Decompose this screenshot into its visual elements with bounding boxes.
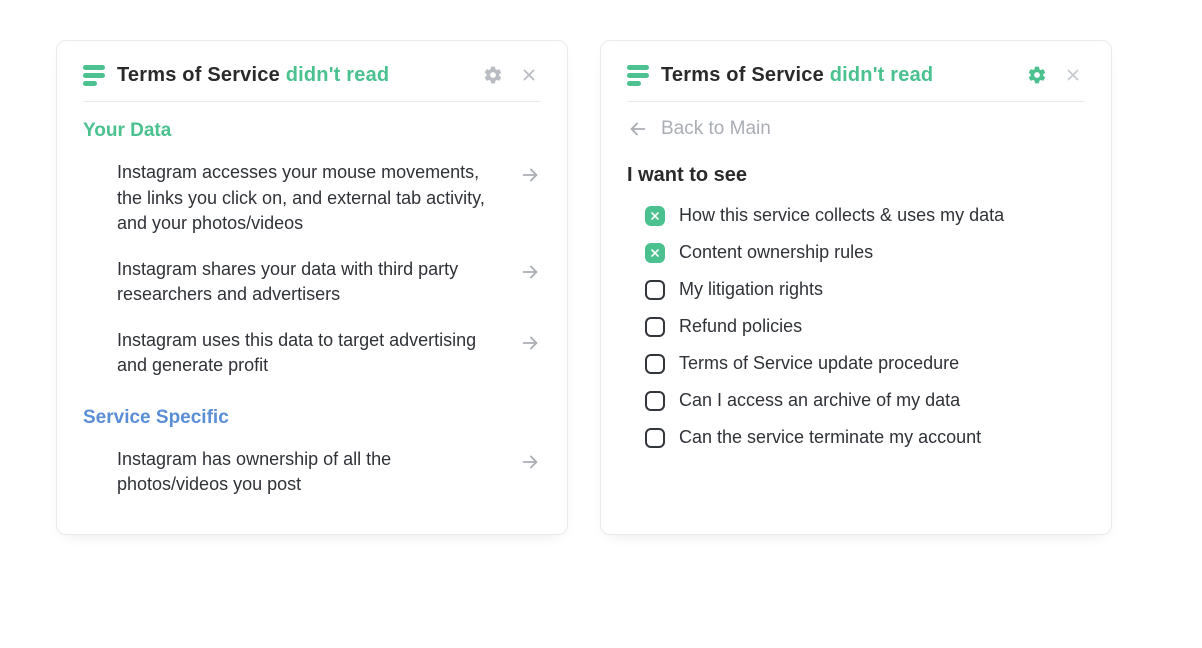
checkbox-empty-icon[interactable] (645, 317, 665, 337)
section-title: Your Data (83, 120, 541, 142)
tosdr-logo-icon (83, 65, 105, 86)
filter-option-label: Can the service terminate my account (679, 427, 981, 448)
filter-option-label: Can I access an archive of my data (679, 390, 960, 411)
summary-item[interactable]: Instagram has ownership of all the photo… (83, 437, 541, 508)
filter-option[interactable]: Refund policies (627, 308, 1085, 345)
filter-option-label: My litigation rights (679, 279, 823, 300)
close-icon (520, 66, 538, 84)
back-label: Back to Main (661, 118, 771, 140)
panel-header: Terms of Service didn't read (627, 63, 1085, 102)
chevron-right-icon (519, 261, 541, 288)
filter-option[interactable]: Content ownership rules (627, 234, 1085, 271)
summary-item-text: Instagram has ownership of all the photo… (117, 447, 505, 498)
close-icon (1064, 66, 1082, 84)
panel-title: Terms of Service didn't read (117, 64, 389, 87)
gear-icon (1027, 65, 1047, 85)
summary-item[interactable]: Instagram shares your data with third pa… (83, 247, 541, 318)
settings-heading: I want to see (627, 164, 1085, 187)
filter-option[interactable]: How this service collects & uses my data (627, 197, 1085, 234)
chevron-right-icon (519, 164, 541, 191)
checkbox-empty-icon[interactable] (645, 428, 665, 448)
chevron-right-icon (519, 451, 541, 478)
filter-option[interactable]: Terms of Service update procedure (627, 345, 1085, 382)
panel-header: Terms of Service didn't read (83, 63, 541, 102)
close-button[interactable] (517, 63, 541, 87)
summary-item[interactable]: Instagram uses this data to target adver… (83, 318, 541, 389)
filter-option-label: How this service collects & uses my data (679, 205, 1004, 226)
settings-button[interactable] (481, 63, 505, 87)
summary-item-text: Instagram shares your data with third pa… (117, 257, 505, 308)
close-button[interactable] (1061, 63, 1085, 87)
settings-button[interactable] (1025, 63, 1049, 87)
checkbox-empty-icon[interactable] (645, 354, 665, 374)
summary-item[interactable]: Instagram accesses your mouse movements,… (83, 150, 541, 247)
checkbox-empty-icon[interactable] (645, 280, 665, 300)
filter-option-label: Refund policies (679, 316, 802, 337)
section-title: Service Specific (83, 407, 541, 429)
filter-option[interactable]: My litigation rights (627, 271, 1085, 308)
summary-panel: Terms of Service didn't read Your Data In… (56, 40, 568, 535)
filter-option-label: Content ownership rules (679, 242, 873, 263)
checkbox-checked-icon[interactable] (645, 243, 665, 263)
back-to-main-link[interactable]: Back to Main (627, 102, 1085, 146)
filter-option[interactable]: Can I access an archive of my data (627, 382, 1085, 419)
summary-item-text: Instagram uses this data to target adver… (117, 328, 505, 379)
checkbox-checked-icon[interactable] (645, 206, 665, 226)
panel-title: Terms of Service didn't read (661, 64, 933, 87)
tosdr-logo-icon (627, 65, 649, 86)
filter-option[interactable]: Can the service terminate my account (627, 419, 1085, 456)
summary-item-text: Instagram accesses your mouse movements,… (117, 160, 505, 237)
filter-option-label: Terms of Service update procedure (679, 353, 959, 374)
chevron-right-icon (519, 332, 541, 359)
settings-panel: Terms of Service didn't read Back to Mai… (600, 40, 1112, 535)
arrow-left-icon (627, 118, 649, 140)
checkbox-empty-icon[interactable] (645, 391, 665, 411)
gear-icon (483, 65, 503, 85)
